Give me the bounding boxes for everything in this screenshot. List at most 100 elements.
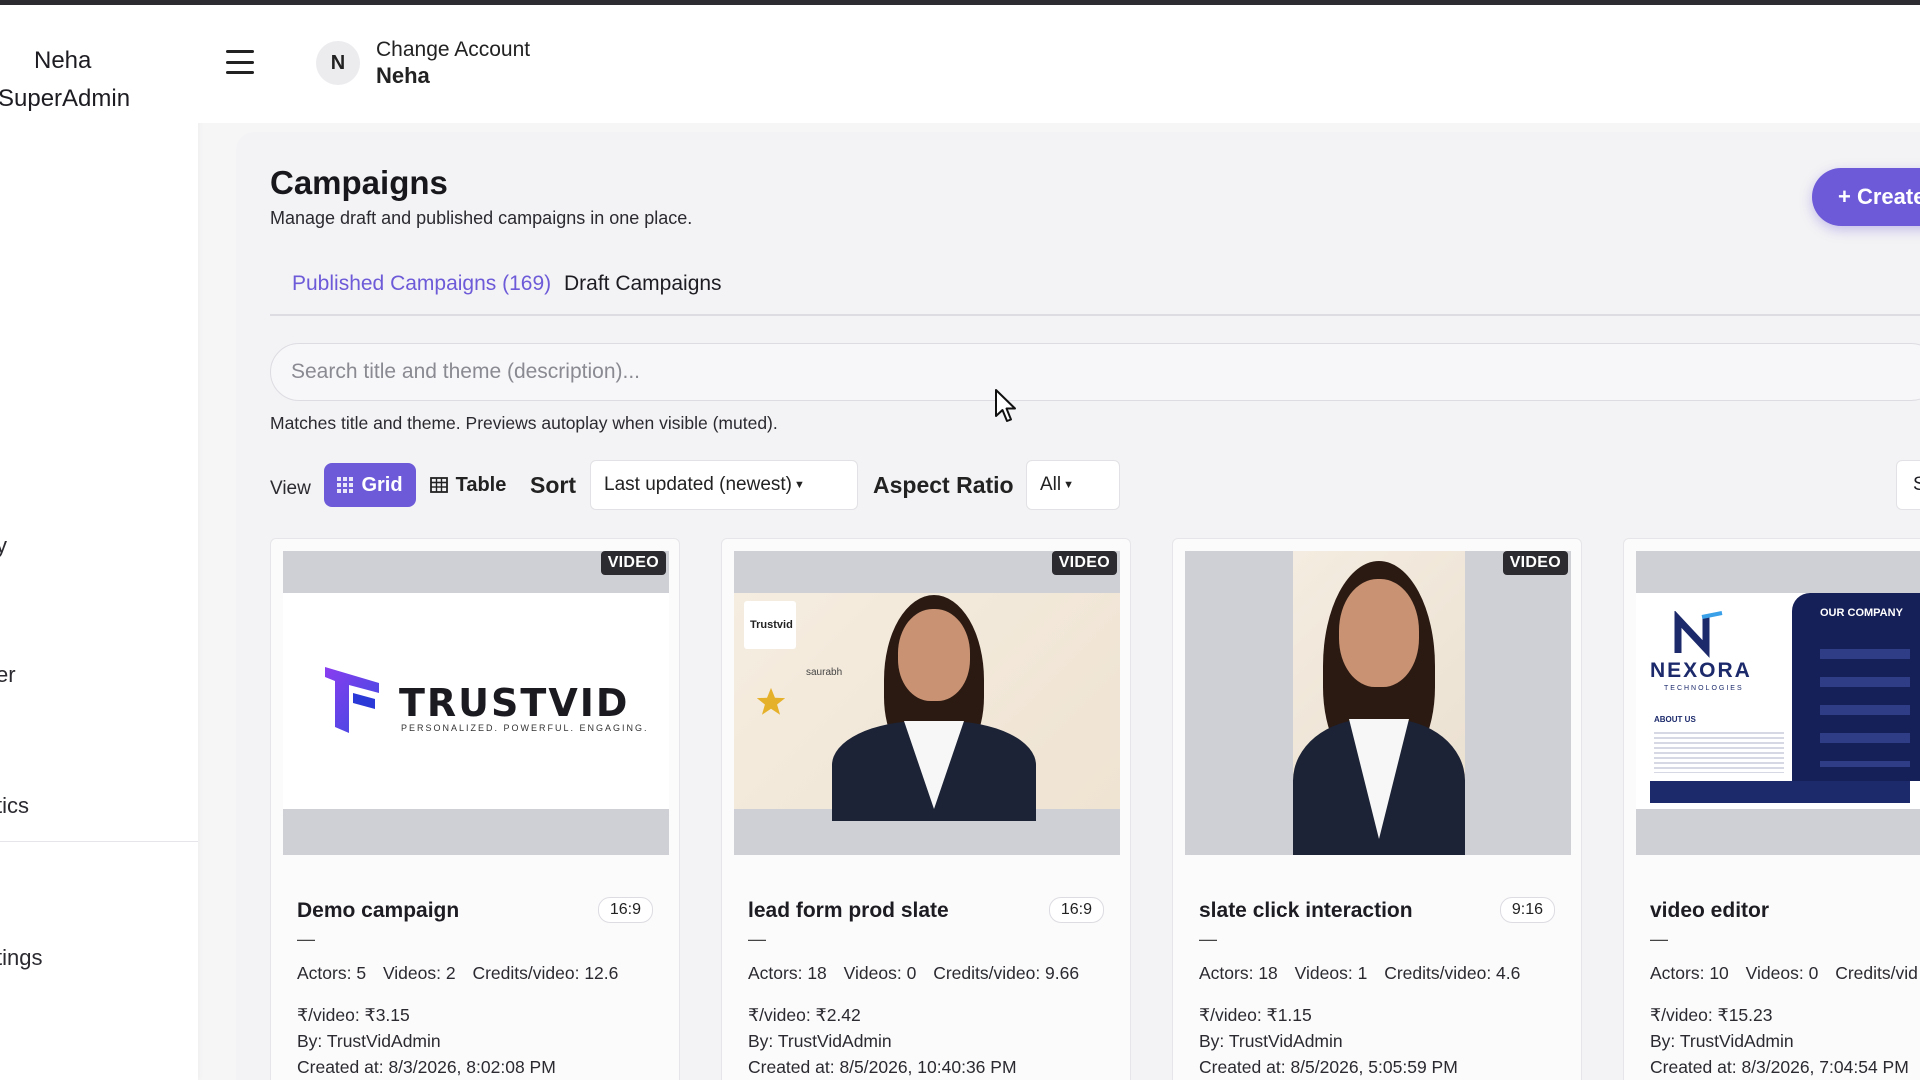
thumbnail-brand-text: Trustvid [750, 619, 793, 631]
search-input[interactable] [270, 343, 1920, 401]
view-label: View [270, 478, 311, 499]
card-actors: Actors: 18 [748, 963, 827, 983]
sort-select[interactable]: Last updated (newest) ▼ [590, 460, 858, 510]
create-campaign-button[interactable]: + Create [1812, 168, 1920, 226]
chevron-down-icon: ▼ [794, 479, 805, 491]
card-credits: Credits/video: 12.6 [472, 963, 619, 983]
campaign-tabs: Published Campaigns (169) Draft Campaign… [270, 262, 1920, 316]
campaign-thumbnail[interactable]: NEXORA TECHNOLOGIES ABOUT US OUR COMPANY [1636, 551, 1920, 855]
card-created-at: Created at: 8/5/2026, 5:05:59 PM [1199, 1057, 1458, 1077]
table-icon [429, 477, 448, 493]
thumbnail-about-text: ABOUT US [1654, 715, 1696, 724]
card-videos: Videos: 0 [1745, 963, 1819, 983]
top-header: N Change Account Neha [198, 5, 1920, 123]
card-created-at: Created at: 8/3/2026, 7:04:54 PM [1650, 1057, 1909, 1077]
sidebar-user-role: SuperAdmin [0, 85, 131, 112]
thumbnail-logo-text: TRUSTVID [399, 681, 630, 725]
card-videos: Videos: 1 [1294, 963, 1368, 983]
card-title[interactable]: slate click interaction [1199, 899, 1413, 923]
campaign-card[interactable]: NEXORA TECHNOLOGIES ABOUT US OUR COMPANY… [1623, 538, 1920, 1080]
presenter-figure [824, 593, 1044, 821]
thumbnail-tagline: PERSONALIZED. POWERFUL. ENGAGING. [401, 723, 649, 733]
presenter-figure [1293, 559, 1465, 855]
sidebar-item-analytics[interactable]: tics [0, 793, 29, 819]
sidebar-divider [0, 841, 198, 842]
card-description: — [748, 929, 766, 949]
tab-published-campaigns[interactable]: Published Campaigns (169) [292, 272, 551, 296]
secondary-select[interactable]: S [1896, 460, 1920, 510]
grid-view-button[interactable]: Grid [324, 463, 416, 507]
sort-label: Sort [530, 472, 576, 498]
thumbnail-brand-text: NEXORA [1650, 659, 1752, 682]
tab-draft-campaigns[interactable]: Draft Campaigns [564, 272, 722, 296]
sidebar-item-1[interactable]: y [0, 533, 7, 559]
thumbnail-sub-text: TECHNOLOGIES [1664, 685, 1744, 692]
card-description: — [1199, 929, 1217, 949]
sidebar-item-settings[interactable]: tings [0, 945, 42, 971]
grid-icon [337, 477, 354, 493]
page-title: Campaigns [270, 164, 448, 201]
thumbnail-brand-tile: Trustvid [744, 601, 796, 649]
grid-view-label: Grid [361, 473, 403, 496]
thumbnail-footer-bar [1650, 781, 1910, 803]
card-title[interactable]: Demo campaign [297, 899, 459, 923]
aspect-ratio-select[interactable]: All ▼ [1026, 460, 1120, 510]
card-price: ₹/video: ₹15.23 [1650, 1005, 1773, 1025]
aspect-ratio-badge: 16:9 [597, 897, 653, 923]
campaign-card[interactable]: TRUSTVID PERSONALIZED. POWERFUL. ENGAGIN… [270, 538, 680, 1080]
card-author: By: TrustVidAdmin [297, 1031, 441, 1051]
avatar[interactable]: N [316, 41, 360, 85]
sidebar-item-2[interactable]: er [0, 662, 16, 688]
card-price: ₹/video: ₹3.15 [297, 1005, 410, 1025]
trustvid-logo-icon [325, 667, 379, 733]
aspect-ratio-badge: 9:16 [1499, 897, 1555, 923]
mouse-cursor-icon [995, 389, 1016, 422]
star-icon [756, 687, 786, 715]
card-credits: Credits/video: 9.66 [933, 963, 1080, 983]
main-panel: Campaigns Manage draft and published cam… [236, 132, 1920, 1080]
card-actors: Actors: 18 [1199, 963, 1278, 983]
card-price: ₹/video: ₹1.15 [1199, 1005, 1312, 1025]
nexora-logo-icon [1674, 611, 1723, 658]
card-credits: Credits/vid [1835, 963, 1918, 983]
thumbnail-photo: Trustvid saurabh [734, 593, 1120, 821]
card-actors: Actors: 5 [297, 963, 367, 983]
card-title[interactable]: video editor [1650, 899, 1769, 923]
campaign-thumbnail[interactable]: Trustvid saurabh [734, 551, 1120, 855]
card-credits: Credits/video: 4.6 [1384, 963, 1521, 983]
campaign-card[interactable]: Trustvid saurabh VIDEO lead form prod sl… [721, 538, 1131, 1080]
card-created-at: Created at: 8/5/2026, 10:40:36 PM [748, 1057, 1017, 1077]
card-description: — [1650, 929, 1668, 949]
thumbnail-body-lines [1654, 729, 1784, 773]
card-videos: Videos: 2 [382, 963, 456, 983]
card-title[interactable]: lead form prod slate [748, 899, 949, 923]
card-stats: Actors: 10 Videos: 0 Credits/vid [1650, 963, 1920, 984]
aspect-ratio-select-value: All [1040, 474, 1062, 495]
card-stats: Actors: 18 Videos: 1 Credits/video: 4.6 [1199, 963, 1532, 984]
video-badge: VIDEO [600, 551, 666, 575]
sidebar-user-name: Neha [34, 47, 92, 74]
table-view-button[interactable]: Table [422, 463, 514, 507]
video-badge: VIDEO [1051, 551, 1117, 575]
hamburger-menu-icon[interactable] [226, 50, 254, 74]
campaign-thumbnail[interactable]: TRUSTVID PERSONALIZED. POWERFUL. ENGAGIN… [283, 551, 669, 855]
page-subtitle: Manage draft and published campaigns in … [270, 208, 693, 228]
account-name: Neha [376, 63, 430, 88]
card-price: ₹/video: ₹2.42 [748, 1005, 861, 1025]
card-created-at: Created at: 8/3/2026, 8:02:08 PM [297, 1057, 556, 1077]
aspect-ratio-badge: 16:9 [1048, 897, 1104, 923]
card-author: By: TrustVidAdmin [1199, 1031, 1343, 1051]
card-stats: Actors: 5 Videos: 2 Credits/video: 12.6 [297, 963, 630, 984]
campaign-thumbnail[interactable] [1185, 551, 1571, 855]
sort-select-value: Last updated (newest) [604, 474, 793, 495]
change-account-link[interactable]: Change Account [376, 38, 530, 62]
sidebar: Neha SuperAdmin y er tics tings [0, 5, 198, 1080]
search-hint: Matches title and theme. Previews autopl… [270, 413, 778, 433]
video-badge: VIDEO [1502, 551, 1568, 575]
card-videos: Videos: 0 [843, 963, 917, 983]
card-stats: Actors: 18 Videos: 0 Credits/video: 9.66 [748, 963, 1091, 984]
card-actors: Actors: 10 [1650, 963, 1729, 983]
table-view-label: Table [455, 473, 507, 496]
aspect-ratio-label: Aspect Ratio [873, 472, 1014, 498]
campaign-card[interactable]: VIDEO slate click interaction 9:16 — Act… [1172, 538, 1582, 1080]
